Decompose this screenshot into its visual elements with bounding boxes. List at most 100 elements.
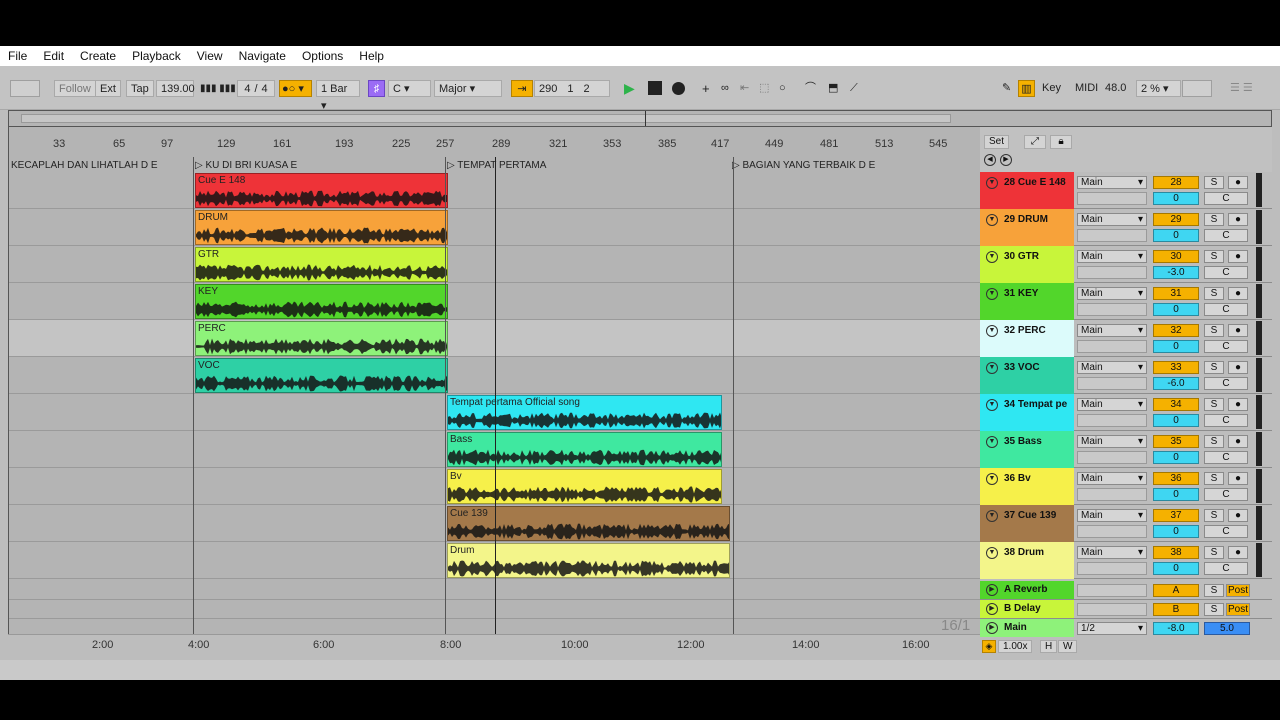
output-channel-select[interactable] xyxy=(1077,303,1147,316)
stop-icon[interactable] xyxy=(648,81,662,95)
track-name-area[interactable]: ▼ 30 GTR xyxy=(980,246,1074,283)
return-name-area[interactable]: ▶ A Reverb xyxy=(980,581,1074,599)
key-map-button[interactable]: Key xyxy=(1042,80,1061,97)
volume-field[interactable]: 0 xyxy=(1153,488,1199,501)
pan-field[interactable]: C xyxy=(1204,414,1248,427)
audio-clip[interactable]: Cue E 148 xyxy=(195,173,448,208)
loop-icon[interactable]: ○ xyxy=(779,80,786,97)
output-channel-select[interactable] xyxy=(1077,229,1147,242)
audio-clip[interactable]: Cue 139 xyxy=(447,506,730,541)
output-routing-select[interactable]: Main ▾ xyxy=(1077,546,1147,559)
pan-field[interactable]: C xyxy=(1204,266,1248,279)
track-activator[interactable]: 37 xyxy=(1153,509,1199,522)
return-name-area[interactable]: ▶ B Delay xyxy=(980,600,1074,618)
output-channel-select[interactable] xyxy=(1077,266,1147,279)
solo-button[interactable]: S xyxy=(1204,546,1224,559)
output-routing-select[interactable]: Main ▾ xyxy=(1077,176,1147,189)
track-header[interactable]: ▼ 33 VOC Main ▾ 33 -6.0 S ● C xyxy=(980,357,1272,394)
volume-field[interactable]: -6.0 xyxy=(1153,377,1199,390)
time-signature[interactable]: 4 / 4 xyxy=(237,80,275,97)
output-channel-select[interactable] xyxy=(1077,525,1147,538)
track-fold-icon[interactable]: ▼ xyxy=(986,510,998,522)
audio-clip[interactable]: Bv xyxy=(447,469,722,504)
track-header[interactable]: ▼ 32 PERC Main ▾ 32 0 S ● C xyxy=(980,320,1272,357)
track-fold-icon[interactable]: ▼ xyxy=(986,325,998,337)
track-fold-icon[interactable]: ▼ xyxy=(986,251,998,263)
w-button[interactable]: W xyxy=(1058,640,1078,653)
audio-clip[interactable]: Bass xyxy=(447,432,722,467)
track-activator[interactable]: 29 xyxy=(1153,213,1199,226)
scale-select[interactable]: Major ▾ xyxy=(434,80,502,97)
arm-record-icon[interactable]: ● xyxy=(1228,435,1248,448)
output-routing-select[interactable]: Main ▾ xyxy=(1077,509,1147,522)
solo-button[interactable]: S xyxy=(1204,213,1224,226)
pencil-icon[interactable]: ✎ xyxy=(1002,80,1011,97)
follow-arrow-icon[interactable]: ⇥ xyxy=(511,80,533,97)
quantization-select[interactable]: 1 Bar ▾ xyxy=(316,80,360,112)
capture-icon[interactable]: ⬒ xyxy=(828,80,838,97)
track-header[interactable]: ▼ 31 KEY Main ▾ 31 0 S ● C xyxy=(980,283,1272,320)
output-channel-select[interactable] xyxy=(1077,340,1147,353)
back-icon[interactable]: ⇤ xyxy=(740,80,749,97)
audio-clip[interactable]: Drum xyxy=(447,543,730,578)
track-header[interactable]: ▼ 30 GTR Main ▾ 30 -3.0 S ● C xyxy=(980,246,1272,283)
audio-clip[interactable]: DRUM xyxy=(195,210,448,245)
pan-field[interactable]: C xyxy=(1204,451,1248,464)
solo-button[interactable]: S xyxy=(1204,324,1224,337)
keyboard-icon[interactable]: ▥ xyxy=(1018,80,1035,97)
track-name-area[interactable]: ▼ 35 Bass xyxy=(980,431,1074,468)
ext-sync-button[interactable]: Ext xyxy=(95,80,121,97)
metronome-button[interactable]: ●○ ▾ xyxy=(279,80,312,97)
solo-button[interactable]: S xyxy=(1204,472,1224,485)
track-header[interactable]: ▼ 36 Bv Main ▾ 36 0 S ● C xyxy=(980,468,1272,505)
track-fold-icon[interactable]: ▼ xyxy=(986,547,998,559)
key-select[interactable]: C ▾ xyxy=(388,80,431,97)
main-fold-icon[interactable]: ▶ xyxy=(986,622,998,634)
locator-3[interactable]: ▷ TEMPAT PERTAMA xyxy=(447,160,546,171)
arm-record-icon[interactable]: ● xyxy=(1228,176,1248,189)
tap-tempo-button[interactable]: Tap xyxy=(126,80,154,97)
arrow-left-icon[interactable]: ◀ xyxy=(984,154,996,166)
main-volume-field[interactable]: -8.0 xyxy=(1153,622,1199,635)
solo-button[interactable]: S xyxy=(1204,509,1224,522)
volume-field[interactable]: 0 xyxy=(1153,451,1199,464)
disk-readout[interactable]: 2 % ▾ xyxy=(1136,80,1181,97)
pan-field[interactable]: C xyxy=(1204,229,1248,242)
solo-button[interactable]: S xyxy=(1204,398,1224,411)
output-routing-select[interactable]: Main ▾ xyxy=(1077,398,1147,411)
arm-record-icon[interactable]: ● xyxy=(1228,213,1248,226)
add-icon[interactable]: + xyxy=(702,80,710,97)
output-routing-select[interactable]: Main ▾ xyxy=(1077,472,1147,485)
return-fold-icon[interactable]: ▶ xyxy=(986,603,998,615)
track-fold-icon[interactable]: ▼ xyxy=(986,473,998,485)
solo-button[interactable]: S xyxy=(1204,435,1224,448)
track-name-area[interactable]: ▼ 34 Tempat pe xyxy=(980,394,1074,431)
layout-toggle[interactable] xyxy=(10,80,40,97)
h-button[interactable]: H xyxy=(1040,640,1058,653)
automation-curve-icon[interactable]: ⌒ xyxy=(805,80,816,97)
arm-record-icon[interactable]: ● xyxy=(1228,287,1248,300)
track-fold-icon[interactable]: ▼ xyxy=(986,362,998,374)
menu-view[interactable]: View xyxy=(189,46,231,66)
time-ruler[interactable]: 2:00 4:00 6:00 8:00 10:00 12:00 14:00 16:00 xyxy=(8,634,980,657)
track-name-area[interactable]: ▼ 37 Cue 139 xyxy=(980,505,1074,542)
draw-curve-icon[interactable]: ⟋ xyxy=(850,80,858,97)
track-name-area[interactable]: ▼ 38 Drum xyxy=(980,542,1074,579)
return-routing[interactable] xyxy=(1077,603,1147,616)
lock-icon[interactable]: 🔒︎ xyxy=(1050,135,1072,149)
main-track-header[interactable]: ▶ Main 1/2 ▾ -8.0 5.0 xyxy=(980,619,1272,638)
output-routing-select[interactable]: Main ▾ xyxy=(1077,250,1147,263)
arrangement-view[interactable]: 33 65 97 129 161 193 225 257 289 321 353 385 417 449 4… xyxy=(8,127,980,657)
track-name-area[interactable]: ▼ 33 VOC xyxy=(980,357,1074,394)
track-activator[interactable]: 32 xyxy=(1153,324,1199,337)
audio-clip[interactable]: KEY xyxy=(195,284,448,319)
track-fold-icon[interactable]: ▼ xyxy=(986,436,998,448)
output-channel-select[interactable] xyxy=(1077,192,1147,205)
track-header[interactable]: ▼ 38 Drum Main ▾ 38 0 S ● C xyxy=(980,542,1272,579)
pan-field[interactable]: C xyxy=(1204,192,1248,205)
track-name-area[interactable]: ▼ 31 KEY xyxy=(980,283,1074,320)
audio-clip[interactable]: Tempat pertama Official song xyxy=(447,395,722,430)
follow-button[interactable]: Follow xyxy=(54,80,96,97)
track-name-area[interactable]: ▼ 29 DRUM xyxy=(980,209,1074,246)
track-header[interactable]: ▼ 28 Cue E 148 Main ▾ 28 0 S ● C xyxy=(980,172,1272,209)
